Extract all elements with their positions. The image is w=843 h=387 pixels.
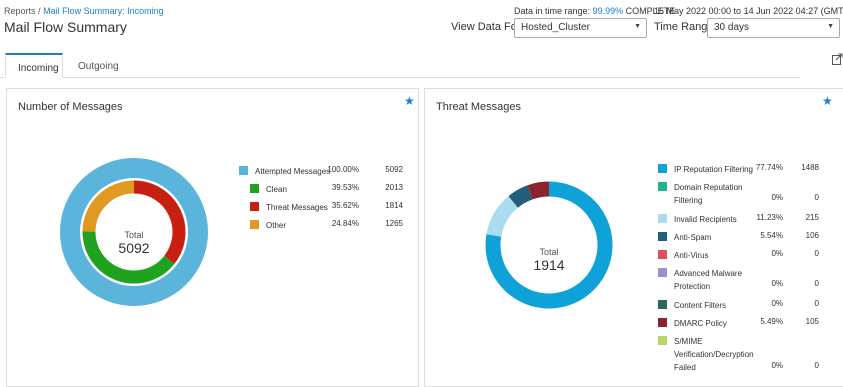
threat-donut: [485, 181, 613, 309]
export-icon[interactable]: [832, 53, 843, 65]
legend-count: 0: [814, 249, 819, 258]
legend-count: 105: [805, 317, 819, 326]
range-prefix: Data in time range:: [514, 6, 591, 16]
legend-swatch: [250, 220, 259, 229]
legend-count: 5092: [385, 165, 403, 174]
page-title: Mail Flow Summary: [4, 19, 127, 35]
slice-invalid-recipients[interactable]: [486, 196, 519, 238]
legend-count: 0: [814, 279, 819, 288]
legend-swatch: [658, 232, 667, 241]
legend-percent: 35.62%: [331, 201, 359, 210]
legend-percent: 100.00%: [327, 165, 359, 174]
legend-percent: 5.54%: [760, 231, 783, 240]
data-range-status: Data in time range: 99.99% COMPLETE: [514, 6, 675, 16]
legend-swatch: [250, 184, 259, 193]
legend-percent: 11.23%: [756, 213, 783, 222]
slice-dmarc-policy[interactable]: [527, 181, 550, 200]
view-data-for-value: Hosted_Cluster: [521, 22, 590, 33]
legend-count: 106: [805, 231, 819, 240]
breadcrumb-root[interactable]: Reports: [4, 6, 36, 16]
legend-count: 0: [814, 193, 819, 202]
threat-total: Total 1914: [519, 247, 579, 273]
breadcrumb-current[interactable]: Mail Flow Summary: Incoming: [43, 6, 164, 16]
view-data-for-select[interactable]: Hosted_Cluster ▼: [514, 18, 647, 38]
breadcrumb: Reports / Mail Flow Summary: Incoming: [4, 6, 164, 16]
threat-total-value: 1914: [533, 257, 565, 273]
legend-percent: 39.53%: [331, 183, 359, 192]
time-range-label: Time Range: [654, 21, 714, 33]
legend-percent: 0%: [771, 249, 783, 258]
legend-count: 1814: [385, 201, 403, 210]
time-range-select[interactable]: 30 days ▼: [707, 18, 840, 38]
legend-percent: 0%: [771, 193, 783, 202]
tab-incoming[interactable]: Incoming: [5, 53, 63, 78]
legend-count: 0: [814, 361, 819, 370]
chevron-down-icon: ▼: [827, 23, 834, 30]
legend-percent: 5.49%: [760, 317, 783, 326]
legend-percent: 0%: [771, 279, 783, 288]
messages-total: Total 5092: [104, 230, 164, 256]
legend-swatch: [658, 300, 667, 309]
legend-swatch: [250, 202, 259, 211]
tab-outgoing[interactable]: Outgoing: [66, 53, 131, 78]
legend-swatch: [239, 166, 248, 175]
legend-swatch: [658, 214, 667, 223]
legend-percent: 24.84%: [331, 219, 359, 228]
threat-panel-title: Threat Messages: [436, 101, 521, 113]
chevron-down-icon: ▼: [634, 23, 641, 30]
messages-panel: Number of Messages ★ Total 5092 Attempte…: [6, 88, 419, 387]
range-percent: 99.99%: [592, 6, 624, 16]
legend-count: 2013: [385, 183, 403, 192]
legend-percent: 77.74%: [755, 163, 783, 172]
range-dates: 15 May 2022 00:00 to 14 Jun 2022 04:27 (…: [654, 6, 843, 16]
star-icon[interactable]: ★: [404, 94, 415, 108]
view-data-for-label: View Data For: [451, 21, 521, 33]
star-icon[interactable]: ★: [822, 94, 833, 108]
messages-panel-title: Number of Messages: [18, 101, 123, 113]
legend-count: 0: [814, 299, 819, 308]
messages-total-label: Total: [124, 230, 144, 240]
legend-swatch: [658, 318, 667, 327]
time-range-value: 30 days: [714, 22, 750, 33]
legend-swatch: [658, 250, 667, 259]
messages-total-value: 5092: [118, 240, 150, 256]
slice-anti-spam[interactable]: [508, 185, 533, 208]
legend-swatch: [658, 336, 667, 345]
legend-swatch: [658, 182, 667, 191]
breadcrumb-separator: /: [38, 6, 41, 16]
legend-percent: 0%: [771, 299, 783, 308]
legend-percent: 0%: [771, 361, 783, 370]
legend-count: 1265: [385, 219, 403, 228]
threat-total-label: Total: [539, 247, 559, 257]
legend-swatch: [658, 164, 667, 173]
legend-count: 1488: [801, 163, 819, 172]
legend-count: 215: [805, 213, 819, 222]
threat-panel: Threat Messages ★ Total 1914 IP Reputati…: [424, 88, 843, 387]
legend-swatch: [658, 268, 667, 277]
